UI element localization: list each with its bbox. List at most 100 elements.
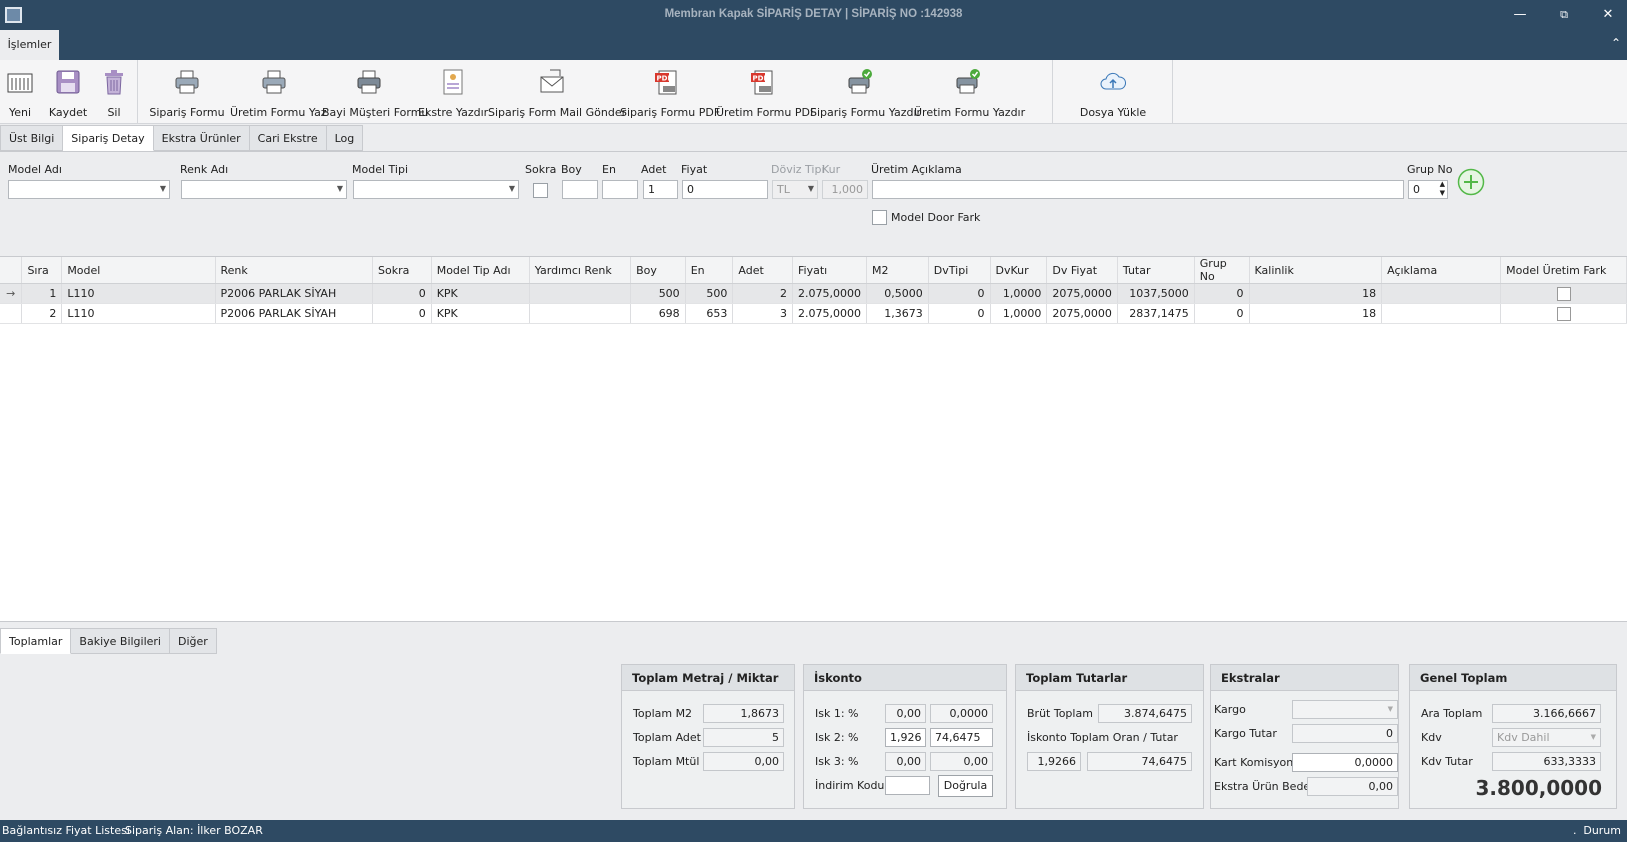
column-header[interactable]: Fiyatı [792,257,868,284]
cell-model[interactable]: L110 [61,303,216,324]
column-header[interactable]: Sıra [21,257,63,284]
cell-dvkur[interactable]: 1,0000 [990,283,1048,304]
isk1-value[interactable]: 0,0000 [930,704,993,723]
cell-kalinlik[interactable]: 18 [1249,283,1383,304]
renk-adi-select[interactable]: ▼ [181,180,347,199]
table-row[interactable]: 2 L110 P2006 PARLAK SİYAH 0 KPK 698 653 … [0,303,1627,324]
isk1-pct[interactable]: 0,00 [885,704,926,723]
column-header[interactable]: Renk [215,257,373,284]
cell-tutar[interactable]: 1037,5000 [1117,283,1195,304]
column-header[interactable]: Tutar [1117,257,1195,284]
column-header[interactable]: Kalinlik [1249,257,1383,284]
doviz-tipi-select[interactable]: TL ▼ [772,180,818,199]
cell-sira[interactable]: 2 [21,303,63,324]
table-row[interactable]: → 1 L110 P2006 PARLAK SİYAH 0 KPK 500 50… [0,283,1627,304]
cell-dvkur[interactable]: 1,0000 [990,303,1048,324]
cell-dvtipi[interactable]: 0 [928,283,991,304]
tab-diger[interactable]: Diğer [170,628,217,654]
isk3-value[interactable]: 0,00 [930,752,993,771]
cell-model[interactable]: L110 [61,283,216,304]
cell-grup-no[interactable]: 0 [1194,283,1250,304]
cell-sira[interactable]: 1 [21,283,63,304]
kart-komisyonu-input[interactable]: 0,0000 [1292,753,1398,772]
uretim-formu-pdf-button[interactable]: PDF Üretim Formu PDF [716,60,816,124]
tab-siparis-detay[interactable]: Sipariş Detay [63,125,154,151]
spinner-arrows-icon[interactable]: ▲ ▼ [1440,180,1445,198]
model-adi-select[interactable]: ▼ [8,180,170,199]
en-input[interactable] [602,180,638,199]
dosya-yukle-button[interactable]: Dosya Yükle [1063,60,1163,124]
close-button[interactable]: ✕ [1597,6,1619,24]
cell-model-tip-adi[interactable]: KPK [431,283,530,304]
cell-model-tip-adi[interactable]: KPK [431,303,530,324]
model-uretim-fark-checkbox[interactable] [1556,286,1571,301]
cell-kalinlik[interactable]: 18 [1249,303,1383,324]
column-header[interactable]: En [685,257,734,284]
restore-button[interactable]: ⧉ [1553,6,1575,24]
kargo-select[interactable]: ▼ [1292,700,1398,719]
cell-aciklama[interactable] [1381,283,1502,304]
fiyat-input[interactable]: 0 [682,180,768,199]
cell-renk[interactable]: P2006 PARLAK SİYAH [215,303,373,324]
cell-m2[interactable]: 1,3673 [866,303,929,324]
cell-adet[interactable]: 3 [732,303,794,324]
yeni-button[interactable]: Yeni [2,60,38,124]
cell-sokra[interactable]: 0 [372,303,432,324]
cell-grup-no[interactable]: 0 [1194,303,1250,324]
uretim-formu-yazdir-button[interactable]: Üretim Formu Yazdır [914,60,1025,124]
cell-boy[interactable]: 500 [630,283,686,304]
column-header[interactable]: Model Tip Adı [431,257,530,284]
isk2-pct[interactable]: 1,926 [885,728,926,747]
cell-yardimci-renk[interactable] [529,303,632,324]
tab-bakiye-bilgileri[interactable]: Bakiye Bilgileri [71,628,170,654]
cell-sokra[interactable]: 0 [372,283,432,304]
cell-boy[interactable]: 698 [630,303,686,324]
kur-input[interactable]: 1,000 [822,180,868,199]
siparis-formu-pdf-button[interactable]: PDF Sipariş Formu PDF [620,60,720,124]
column-header[interactable]: Dv Fiyat [1046,257,1118,284]
bayi-musteri-formu-button[interactable]: Bayi Müşteri Formu [322,60,428,124]
siparis-formu-yazdir-button[interactable]: Sipariş Formu Yazdır [810,60,921,124]
tab-cari-ekstre[interactable]: Cari Ekstre [249,125,327,151]
model-door-fark-checkbox[interactable] [872,210,887,225]
tab-ekstra-urunler[interactable]: Ekstra Ürünler [153,125,250,151]
adet-input[interactable]: 1 [643,180,678,199]
ekstre-yazdir-button[interactable]: Ekstre Yazdır [418,60,488,124]
column-header[interactable]: Boy [630,257,686,284]
cell-m2[interactable]: 0,5000 [866,283,929,304]
column-header[interactable]: Adet [732,257,794,284]
cell-renk[interactable]: P2006 PARLAK SİYAH [215,283,373,304]
column-header[interactable]: DvKur [990,257,1048,284]
kaydet-button[interactable]: Kaydet [44,60,92,124]
boy-input[interactable] [562,180,598,199]
column-header[interactable]: M2 [866,257,929,284]
tab-log[interactable]: Log [326,125,364,151]
cell-fiyati[interactable]: 2.075,0000 [792,303,868,324]
cell-model-uretim-fark[interactable] [1500,283,1627,304]
grup-no-spinner[interactable]: 0 ▲ ▼ [1408,180,1448,199]
tab-toplamlar[interactable]: Toplamlar [0,628,72,654]
tab-islemler[interactable]: İşlemler [0,30,59,60]
cell-dv-fiyat[interactable]: 2075,0000 [1046,303,1118,324]
column-header[interactable]: Sokra [372,257,432,284]
model-tipi-select[interactable]: ▼ [353,180,519,199]
column-header[interactable]: Açıklama [1381,257,1502,284]
model-uretim-fark-checkbox[interactable] [1556,306,1571,321]
tab-ust-bilgi[interactable]: Üst Bilgi [0,125,64,151]
column-header[interactable]: DvTipi [928,257,991,284]
cell-adet[interactable]: 2 [732,283,794,304]
dogrula-button[interactable]: Doğrula [938,775,993,797]
uretim-formu-yaz-button[interactable]: Üretim Formu Yaz [230,60,327,124]
uretim-aciklama-input[interactable] [872,180,1404,199]
siparis-form-mail-gonder-button[interactable]: Sipariş Form Mail Gönder [488,60,626,124]
cell-dv-fiyat[interactable]: 2075,0000 [1046,283,1118,304]
cell-fiyati[interactable]: 2.075,0000 [792,283,868,304]
sokra-checkbox[interactable] [533,183,548,198]
cell-dvtipi[interactable]: 0 [928,303,991,324]
cell-model-uretim-fark[interactable] [1500,303,1627,324]
cell-yardimci-renk[interactable] [529,283,632,304]
isk2-value[interactable]: 74,6475 [930,728,993,747]
siparis-formu-button[interactable]: Sipariş Formu [146,60,228,124]
cell-aciklama[interactable] [1381,303,1502,324]
kargo-tutar-value[interactable]: 0 [1292,724,1398,743]
